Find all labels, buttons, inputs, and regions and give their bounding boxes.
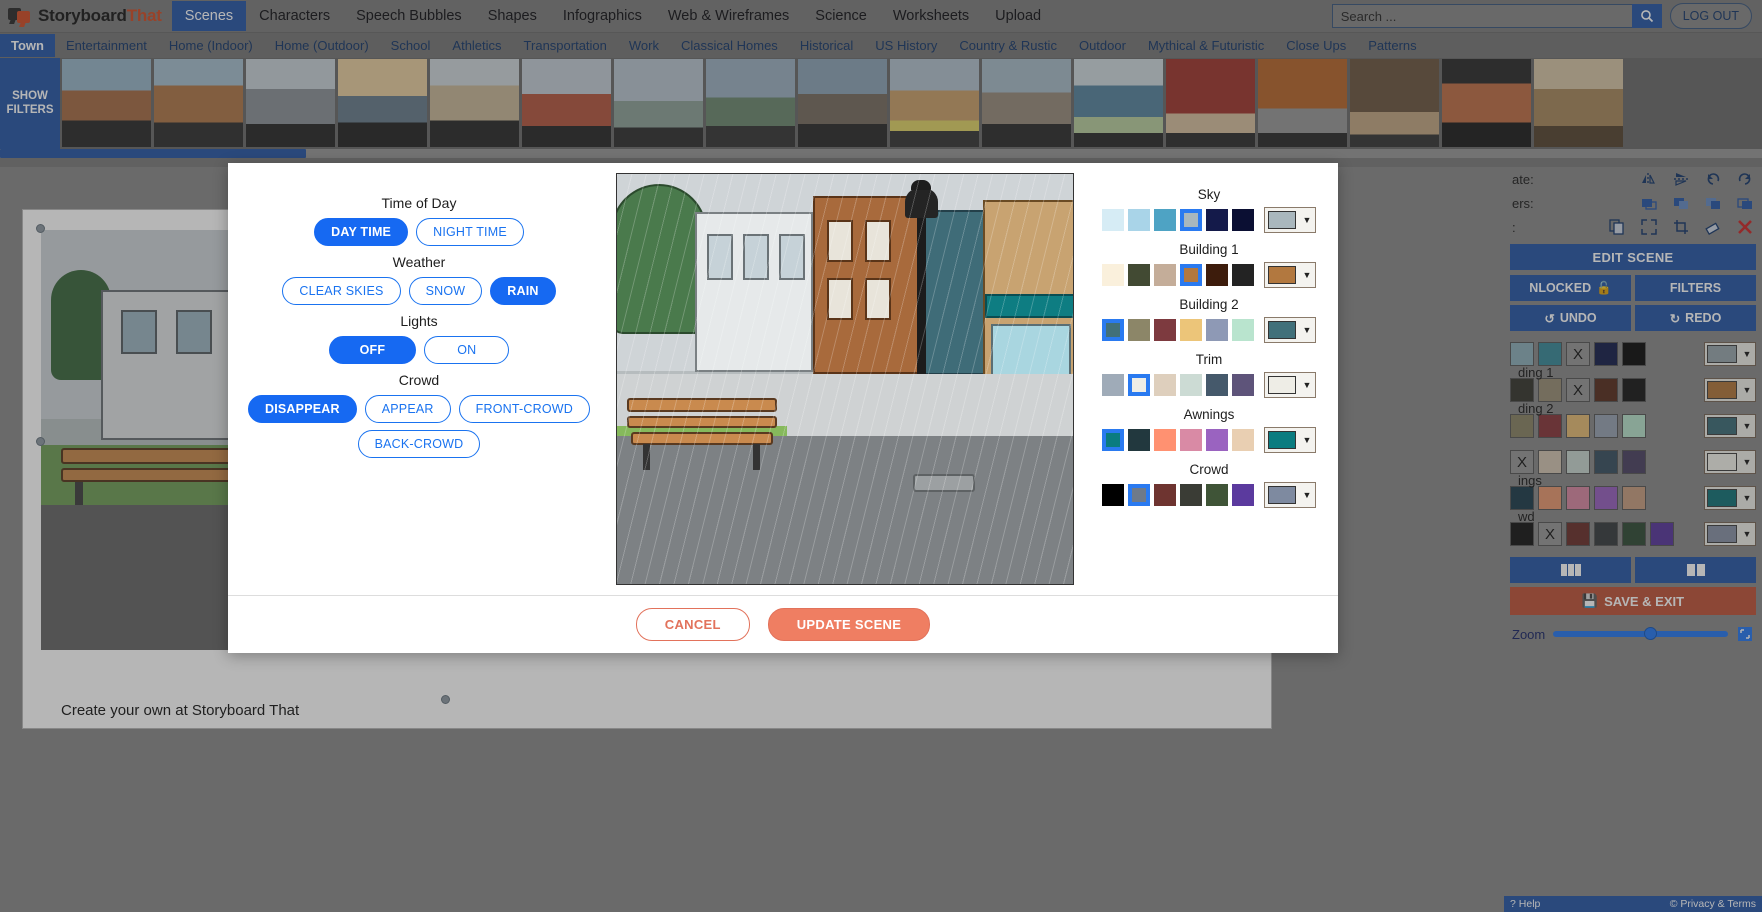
- color-swatch[interactable]: [1154, 484, 1176, 506]
- chevron-down-icon: ▼: [1302, 270, 1312, 280]
- color-dropdown-building-1[interactable]: ▼: [1264, 262, 1316, 288]
- color-swatch-row: ▼: [1080, 427, 1338, 453]
- color-swatch[interactable]: [1154, 264, 1176, 286]
- scene-preview: [616, 173, 1074, 585]
- color-swatch[interactable]: [1102, 484, 1124, 506]
- color-swatch-row: ▼: [1080, 372, 1338, 398]
- color-swatch[interactable]: [1232, 374, 1254, 396]
- option-lights-on[interactable]: ON: [424, 336, 510, 364]
- color-swatch[interactable]: [1154, 209, 1176, 231]
- option-crowd-disappear[interactable]: DISAPPEAR: [248, 395, 357, 423]
- option-title: Crowd: [398, 372, 440, 388]
- color-swatch[interactable]: [1154, 319, 1176, 341]
- color-group-crowd: Crowd ▼: [1080, 462, 1338, 508]
- color-swatch[interactable]: [1102, 374, 1124, 396]
- chevron-down-icon: ▼: [1302, 325, 1312, 335]
- color-group-title: Building 2: [1179, 297, 1239, 312]
- color-swatch-selected[interactable]: [1102, 429, 1124, 451]
- color-dropdown-trim[interactable]: ▼: [1264, 372, 1316, 398]
- option-title: Lights: [400, 313, 438, 329]
- color-swatch[interactable]: [1206, 264, 1228, 286]
- option-crowd-back[interactable]: BACK-CROWD: [357, 430, 481, 458]
- color-swatch[interactable]: [1232, 429, 1254, 451]
- color-swatch[interactable]: [1232, 209, 1254, 231]
- color-group-title: Building 1: [1179, 242, 1239, 257]
- color-dropdown-building-2[interactable]: ▼: [1264, 317, 1316, 343]
- color-swatch[interactable]: [1206, 319, 1228, 341]
- color-swatch-row: ▼: [1080, 262, 1338, 288]
- color-dropdown-crowd[interactable]: ▼: [1264, 482, 1316, 508]
- option-group-weather: Weather CLEAR SKIES SNOW RAIN: [228, 254, 610, 305]
- color-group-building-1: Building 1 ▼: [1080, 242, 1338, 288]
- option-night-time[interactable]: NIGHT TIME: [416, 218, 524, 246]
- option-title: Time of Day: [381, 195, 457, 211]
- color-swatch[interactable]: [1128, 319, 1150, 341]
- color-swatch[interactable]: [1206, 209, 1228, 231]
- modal-footer: CANCEL UPDATE SCENE: [228, 595, 1338, 653]
- color-swatch[interactable]: [1180, 484, 1202, 506]
- color-swatch-selected[interactable]: [1128, 374, 1150, 396]
- option-buttons: CLEAR SKIES SNOW RAIN: [228, 277, 610, 305]
- option-lights-off[interactable]: OFF: [328, 336, 417, 364]
- color-swatch-row: ▼: [1080, 482, 1338, 508]
- color-swatch[interactable]: [1180, 319, 1202, 341]
- color-swatch-row: ▼: [1080, 317, 1338, 343]
- color-group-title: Sky: [1197, 187, 1221, 202]
- option-clear-skies[interactable]: CLEAR SKIES: [282, 277, 401, 305]
- color-swatch[interactable]: [1180, 374, 1202, 396]
- color-dropdown-awnings[interactable]: ▼: [1264, 427, 1316, 453]
- color-swatch[interactable]: [1180, 429, 1202, 451]
- option-buttons: DAY TIME NIGHT TIME: [228, 218, 610, 246]
- color-group-building-2: Building 2 ▼: [1080, 297, 1338, 343]
- option-snow[interactable]: SNOW: [408, 277, 483, 305]
- color-swatch-selected[interactable]: [1128, 484, 1150, 506]
- option-title: Weather: [392, 254, 446, 270]
- option-buttons: DISAPPEAR APPEAR FRONT-CROWD: [228, 395, 610, 423]
- option-group-crowd: Crowd DISAPPEAR APPEAR FRONT-CROWD BACK-…: [228, 372, 610, 458]
- chevron-down-icon: ▼: [1302, 490, 1312, 500]
- color-swatch-selected[interactable]: [1180, 209, 1202, 231]
- color-group-title: Awnings: [1183, 407, 1235, 422]
- scene-options-panel: Time of Day DAY TIME NIGHT TIME Weather …: [228, 173, 610, 595]
- color-swatch[interactable]: [1232, 264, 1254, 286]
- color-group-trim: Trim ▼: [1080, 352, 1338, 398]
- chevron-down-icon: ▼: [1302, 380, 1312, 390]
- option-crowd-front[interactable]: FRONT-CROWD: [458, 395, 590, 423]
- color-swatch[interactable]: [1128, 209, 1150, 231]
- color-swatch-selected[interactable]: [1102, 319, 1124, 341]
- color-swatch[interactable]: [1102, 209, 1124, 231]
- color-swatch-row: ▼: [1080, 207, 1338, 233]
- color-group-awnings: Awnings ▼: [1080, 407, 1338, 453]
- color-swatch[interactable]: [1232, 484, 1254, 506]
- option-group-time-of-day: Time of Day DAY TIME NIGHT TIME: [228, 195, 610, 246]
- color-swatch[interactable]: [1206, 374, 1228, 396]
- color-swatch[interactable]: [1102, 264, 1124, 286]
- chevron-down-icon: ▼: [1302, 435, 1312, 445]
- color-group-title: Trim: [1195, 352, 1223, 367]
- color-picker-panel: Sky ▼ Building 1 ▼ Building 2 ▼ Trim ▼ A…: [1080, 173, 1338, 595]
- cancel-button[interactable]: CANCEL: [635, 608, 750, 641]
- color-swatch[interactable]: [1232, 319, 1254, 341]
- option-crowd-appear[interactable]: APPEAR: [364, 395, 451, 423]
- color-group-title: Crowd: [1189, 462, 1229, 477]
- update-scene-button[interactable]: UPDATE SCENE: [767, 608, 931, 641]
- color-swatch[interactable]: [1128, 429, 1150, 451]
- color-swatch[interactable]: [1154, 429, 1176, 451]
- color-swatch[interactable]: [1206, 484, 1228, 506]
- color-swatch-selected[interactable]: [1180, 264, 1202, 286]
- option-buttons: OFF ON: [228, 336, 610, 364]
- color-swatch[interactable]: [1206, 429, 1228, 451]
- modal-body: Time of Day DAY TIME NIGHT TIME Weather …: [228, 163, 1338, 595]
- option-buttons-second-line: BACK-CROWD: [228, 430, 610, 458]
- edit-scene-modal: Time of Day DAY TIME NIGHT TIME Weather …: [228, 163, 1338, 653]
- chevron-down-icon: ▼: [1302, 215, 1312, 225]
- color-dropdown-sky[interactable]: ▼: [1264, 207, 1316, 233]
- scene-preview-container: [610, 173, 1080, 595]
- color-swatch[interactable]: [1128, 264, 1150, 286]
- option-group-lights: Lights OFF ON: [228, 313, 610, 364]
- option-day-time[interactable]: DAY TIME: [314, 218, 409, 246]
- color-group-sky: Sky ▼: [1080, 187, 1338, 233]
- option-rain[interactable]: RAIN: [490, 277, 556, 305]
- color-swatch[interactable]: [1154, 374, 1176, 396]
